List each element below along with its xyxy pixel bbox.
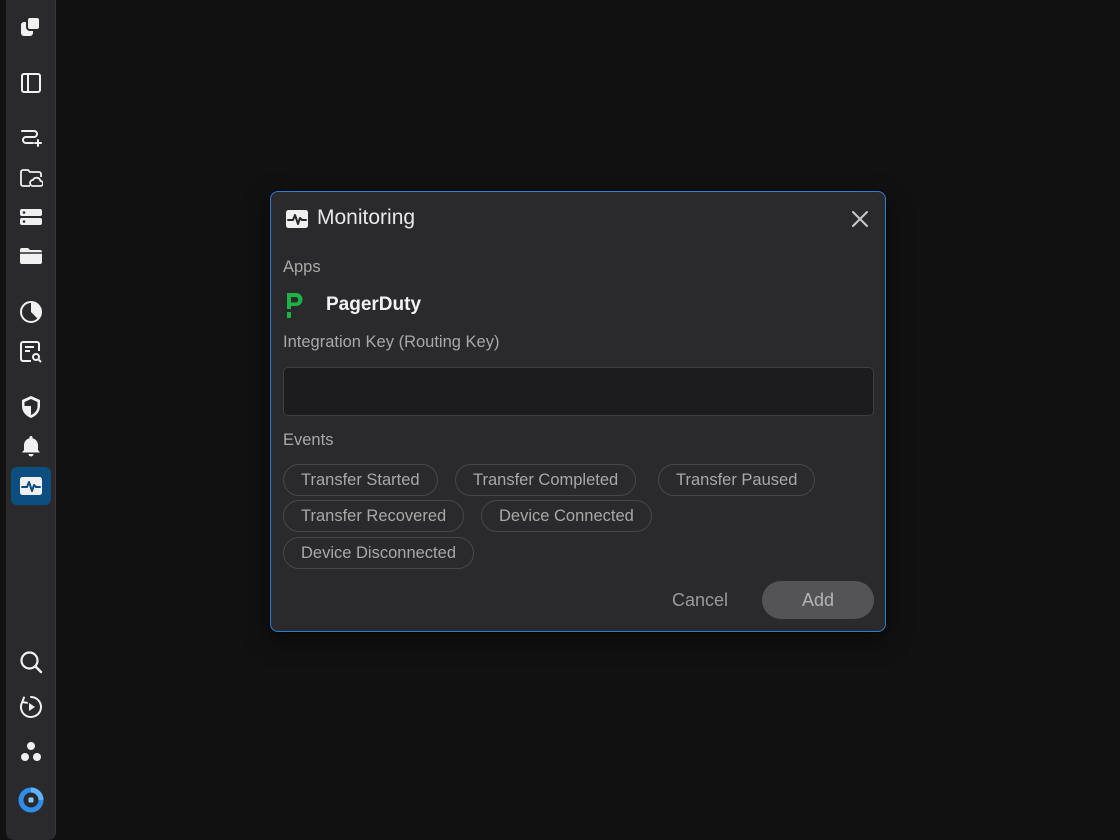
pagerduty-logo-icon [287, 293, 303, 318]
app-logo-icon [21, 16, 41, 36]
event-chip-transfer-recovered[interactable]: Transfer Recovered [283, 500, 465, 532]
app-name: PagerDuty [326, 294, 422, 315]
close-button[interactable] [847, 206, 873, 232]
account-button[interactable] [11, 781, 51, 819]
integration-key-input[interactable] [283, 367, 874, 416]
event-chip-device-connected[interactable]: Device Connected [481, 500, 652, 532]
notifications-button[interactable] [11, 427, 51, 465]
apps-label: Apps [283, 258, 321, 276]
document-search-icon [20, 341, 42, 363]
folder-icon [20, 248, 42, 264]
bell-icon [22, 436, 40, 457]
folder-button[interactable] [11, 237, 51, 275]
pie-chart-icon [20, 301, 42, 323]
panel-layout-button[interactable] [11, 64, 51, 102]
monitoring-pulse-icon [20, 477, 42, 495]
cancel-button[interactable]: Cancel [656, 581, 744, 619]
sidebar [6, 0, 56, 840]
server-storage-icon [20, 209, 42, 225]
shield-icon [22, 396, 40, 418]
event-chip-transfer-completed[interactable]: Transfer Completed [455, 464, 637, 496]
logs-button[interactable] [11, 333, 51, 371]
monitoring-dialog: Monitoring Apps PagerDuty Integration Ke… [270, 191, 886, 632]
event-chip-transfer-started[interactable]: Transfer Started [283, 464, 438, 496]
add-button[interactable]: Add [762, 581, 874, 619]
transfer-route-icon [21, 130, 42, 147]
cloud-folder-icon [20, 169, 43, 187]
event-chip-device-disconnected[interactable]: Device Disconnected [283, 537, 474, 569]
community-button[interactable] [11, 733, 51, 771]
reports-button[interactable] [11, 293, 51, 331]
blue-ring-logo-icon [18, 787, 44, 813]
security-button[interactable] [11, 388, 51, 426]
dialog-title: Monitoring [317, 206, 416, 229]
close-icon [852, 211, 868, 227]
activity-button[interactable] [11, 688, 51, 726]
nodes-cluster-icon [21, 742, 41, 761]
events-label: Events [283, 431, 334, 449]
integration-key-label: Integration Key (Routing Key) [283, 333, 500, 351]
search-button[interactable] [11, 643, 51, 681]
event-chip-transfer-paused[interactable]: Transfer Paused [658, 464, 816, 496]
app-pagerduty: PagerDuty [283, 290, 421, 320]
panel-layout-icon [21, 73, 41, 93]
transfer-route-button[interactable] [11, 118, 51, 156]
monitoring-button[interactable] [11, 467, 51, 505]
play-circle-icon [19, 696, 42, 718]
cloud-folder-button[interactable] [11, 159, 51, 197]
server-storage-button[interactable] [11, 198, 51, 236]
search-icon [20, 651, 43, 674]
monitoring-pulse-icon [286, 210, 308, 228]
app-logo-button[interactable] [11, 8, 51, 46]
